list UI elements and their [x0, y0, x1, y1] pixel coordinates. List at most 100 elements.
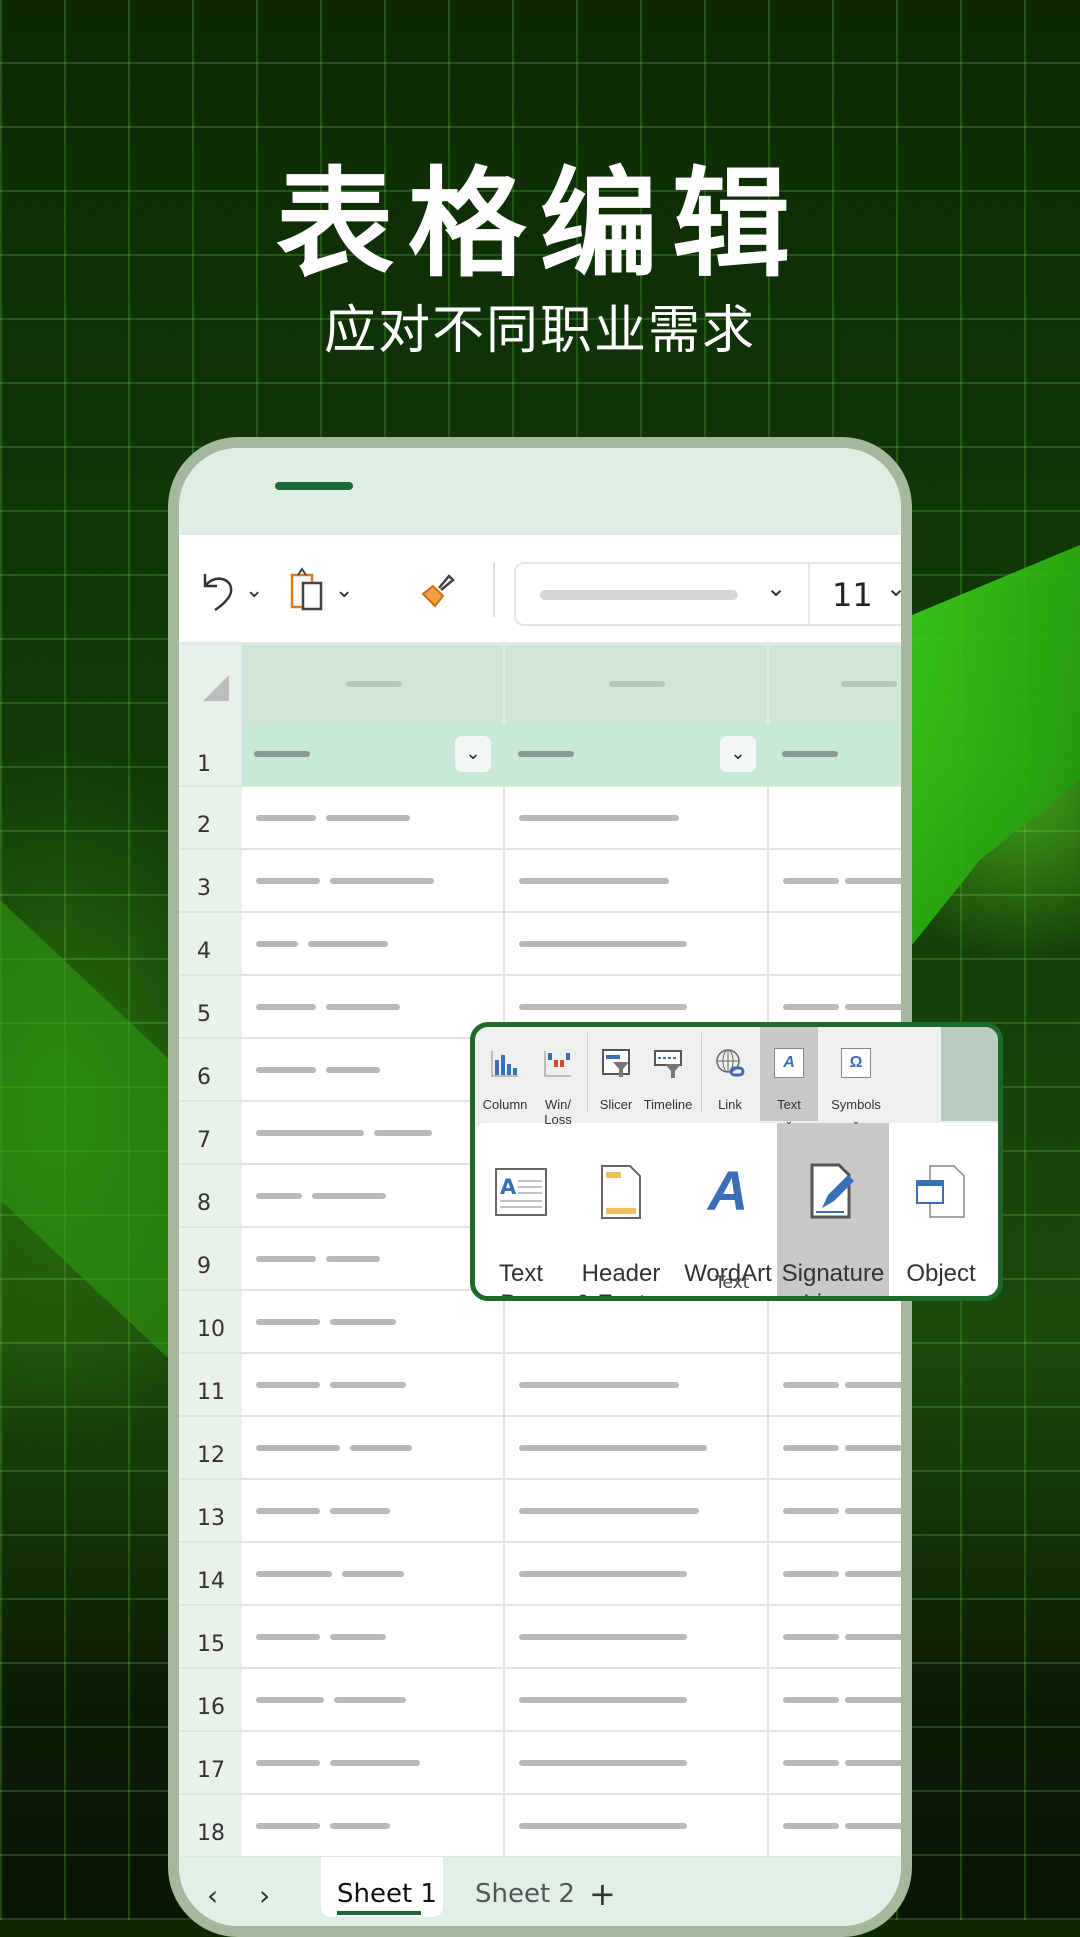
cell[interactable] [505, 1543, 769, 1606]
cell[interactable] [505, 1732, 769, 1795]
cell[interactable] [242, 1480, 505, 1543]
cell[interactable] [769, 787, 901, 850]
row-header[interactable]: 12 [179, 1417, 242, 1480]
cell[interactable] [769, 1543, 901, 1606]
cell[interactable] [769, 1732, 901, 1795]
row-header[interactable]: 18 [179, 1795, 242, 1858]
cell[interactable] [505, 1669, 769, 1732]
row-header[interactable]: 10 [179, 1291, 242, 1354]
undo-icon [203, 574, 233, 612]
toolbar-divider [493, 563, 495, 617]
undo-button[interactable]: ⌄ [199, 565, 263, 615]
row-header[interactable]: 17 [179, 1732, 242, 1795]
cell[interactable] [242, 976, 505, 1039]
ribbon-label: Win/ Loss [544, 1097, 572, 1127]
signature-line-button[interactable]: Signature Line˅ [777, 1123, 889, 1296]
filter-dropdown-button[interactable]: ⌄ [720, 736, 756, 772]
chevron-right-icon[interactable]: › [259, 1879, 270, 1912]
ribbon-symbols-button[interactable]: Ω Symbols ⌄ [825, 1033, 887, 1129]
panel-label: Object [906, 1260, 976, 1287]
chevron-left-icon[interactable]: ‹ [207, 1879, 218, 1912]
cell[interactable] [242, 1669, 505, 1732]
cell[interactable] [242, 1606, 505, 1669]
cell[interactable] [769, 850, 901, 913]
cell[interactable] [769, 1795, 901, 1858]
cell[interactable] [769, 1669, 901, 1732]
cell[interactable] [242, 1039, 505, 1102]
row-header[interactable]: 16 [179, 1669, 242, 1732]
row-header[interactable]: 7 [179, 1102, 242, 1165]
cell[interactable] [242, 1165, 505, 1228]
cell[interactable] [769, 1606, 901, 1669]
cell[interactable] [242, 1102, 505, 1165]
row-header[interactable]: 9 [179, 1228, 242, 1291]
slicer-icon [601, 1048, 631, 1078]
status-bar [179, 448, 901, 535]
cell[interactable] [242, 1795, 505, 1858]
font-name-dropdown[interactable]: ⌄ 11 ⌄ [514, 562, 901, 626]
font-size-value[interactable]: 11 [832, 576, 873, 614]
cell[interactable] [505, 1417, 769, 1480]
link-globe-icon [715, 1048, 745, 1078]
ribbon-winloss-button[interactable]: Win/ Loss [533, 1033, 583, 1127]
header-footer-button[interactable]: Header & Footer [563, 1133, 679, 1296]
column-header[interactable] [769, 645, 901, 724]
cell[interactable] [769, 1354, 901, 1417]
ribbon-link-button[interactable]: Link [707, 1033, 753, 1112]
object-button[interactable]: Object [891, 1133, 991, 1289]
select-all-corner[interactable] [179, 645, 242, 724]
chevron-down-icon: ⌄ [766, 574, 787, 602]
column-header[interactable] [242, 645, 505, 724]
paintbrush-icon [421, 574, 455, 608]
row-header[interactable]: 8 [179, 1165, 242, 1228]
add-sheet-button[interactable]: + [589, 1875, 616, 1913]
cell[interactable] [505, 787, 769, 850]
cell[interactable] [505, 1480, 769, 1543]
cell[interactable] [769, 913, 901, 976]
cell[interactable] [242, 913, 505, 976]
header-row: ⌄ ⌄ [242, 724, 901, 786]
row-header[interactable]: 2 [179, 787, 242, 850]
row-header[interactable]: 3 [179, 850, 242, 913]
cell[interactable] [505, 1354, 769, 1417]
cell[interactable] [242, 1543, 505, 1606]
text-box-button[interactable]: A Text Box [479, 1133, 563, 1296]
cell[interactable] [242, 1291, 505, 1354]
row-header[interactable]: 15 [179, 1606, 242, 1669]
row-header[interactable]: 5 [179, 976, 242, 1039]
omega-symbol-icon: Ω [841, 1048, 871, 1078]
cell[interactable] [769, 1480, 901, 1543]
panel-label: Signature Line˅ [781, 1260, 885, 1296]
row-header[interactable]: 4 [179, 913, 242, 976]
cell[interactable] [242, 1228, 505, 1291]
ribbon-slicer-button[interactable]: Slicer [593, 1033, 639, 1112]
cell[interactable] [505, 850, 769, 913]
cell[interactable] [505, 1606, 769, 1669]
column-header[interactable] [505, 645, 769, 724]
ribbon-text-button[interactable]: A Text ⌄ [760, 1027, 818, 1127]
ribbon-timeline-button[interactable]: Timeline [639, 1033, 697, 1112]
row-header[interactable]: 13 [179, 1480, 242, 1543]
toolbar: ⌄ ⌄ ⌄ 11 ⌄ [179, 535, 901, 645]
sheet-tab[interactable]: Sheet 2 [475, 1879, 575, 1909]
format-painter-button[interactable] [419, 565, 459, 615]
cell[interactable] [242, 1417, 505, 1480]
row-header[interactable]: 11 [179, 1354, 242, 1417]
cell[interactable] [242, 1354, 505, 1417]
row-header[interactable]: 14 [179, 1543, 242, 1606]
row-header[interactable]: 1 [179, 724, 242, 787]
cell[interactable] [242, 787, 505, 850]
headline-title: 表格编辑 [275, 155, 804, 293]
cell[interactable] [242, 1732, 505, 1795]
paste-button[interactable]: ⌄ [289, 565, 353, 615]
ribbon-column-button[interactable]: Column [479, 1033, 531, 1112]
text-group-label: Text [715, 1273, 750, 1293]
cell[interactable] [505, 1795, 769, 1858]
column-sparkline-icon [490, 1048, 520, 1078]
cell[interactable] [505, 913, 769, 976]
sheet-tab-active[interactable]: Sheet 1 [321, 1857, 443, 1917]
row-header[interactable]: 6 [179, 1039, 242, 1102]
cell[interactable] [242, 850, 505, 913]
filter-dropdown-button[interactable]: ⌄ [455, 736, 491, 772]
cell[interactable] [769, 1417, 901, 1480]
